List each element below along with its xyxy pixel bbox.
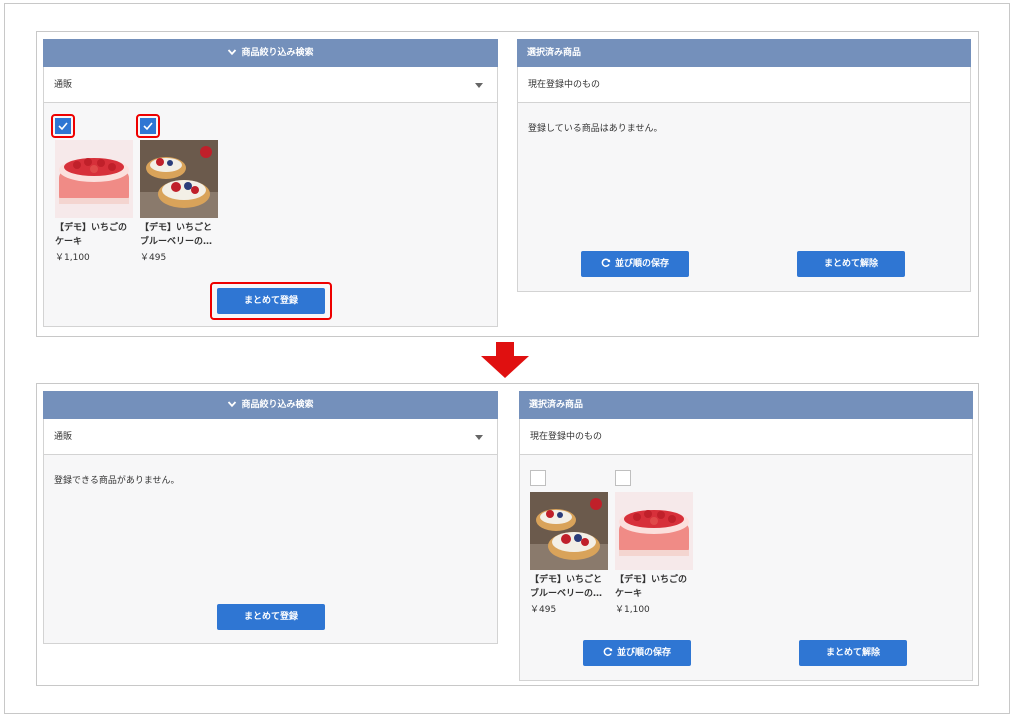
search-panel-title: 商品絞り込み検索 [241, 400, 314, 410]
product-name: 【デモ】いちごの ケーキ [55, 223, 128, 247]
selected-panel: 選択済み商品 現在登録中のもの 登録している商品はありません。 並び順の保存 ま… [517, 39, 971, 292]
product-price: ￥495 [530, 605, 557, 615]
cake-image [55, 140, 133, 218]
save-order-button[interactable]: 並び順の保存 [581, 251, 689, 277]
search-empty-message: 登録できる商品がありません。 [54, 476, 180, 486]
product-price: ￥1,100 [615, 605, 650, 615]
category-select[interactable]: 通販 [44, 67, 497, 103]
tart-image [530, 492, 608, 570]
category-select[interactable]: 通販 [44, 419, 497, 455]
product-price: ￥1,100 [55, 253, 90, 263]
search-panel: 商品絞り込み検索 通販 登録できる商品がありません。 まとめて登録 [43, 391, 498, 644]
selected-subheader: 現在登録中のもの [520, 419, 972, 455]
product-name: 【デモ】いちごと ブルーベリーの… [140, 223, 213, 247]
search-panel-header[interactable]: 商品絞り込み検索 [43, 39, 498, 67]
category-select-value: 通販 [54, 80, 73, 90]
product-name: 【デモ】いちごと ブルーベリーの… [530, 575, 603, 599]
product-price: ￥495 [140, 253, 167, 263]
refresh-icon [601, 257, 611, 267]
tart-image [140, 140, 218, 218]
category-select-value: 通販 [54, 432, 73, 442]
caret-down-icon [475, 83, 483, 88]
release-all-button[interactable]: まとめて解除 [797, 251, 905, 277]
selected-panel-header: 選択済み商品 [519, 391, 973, 419]
chevron-down-icon [228, 48, 237, 55]
checkbox-unchecked[interactable] [530, 470, 546, 486]
search-panel-header[interactable]: 商品絞り込み検索 [43, 391, 498, 419]
search-panel-title: 商品絞り込み検索 [241, 48, 314, 58]
selected-panel-header: 選択済み商品 [517, 39, 971, 67]
arrow-down-icon [481, 342, 529, 378]
selected-empty-message: 登録している商品はありません。 [528, 124, 663, 134]
caret-down-icon [475, 435, 483, 440]
cake-image [615, 492, 693, 570]
chevron-down-icon [228, 400, 237, 407]
search-panel: 商品絞り込み検索 通販 【デモ】いちごの ケーキ ￥1,100 【デモ】いちごとブ… [43, 39, 498, 327]
refresh-icon [603, 646, 613, 656]
save-order-button[interactable]: 並び順の保存 [583, 640, 691, 666]
highlight-register-button [210, 282, 332, 320]
selected-subheader: 現在登録中のもの [518, 67, 970, 103]
register-all-button[interactable]: まとめて登録 [217, 604, 325, 630]
highlight-checkbox-tart [136, 114, 160, 138]
checkbox-unchecked[interactable] [615, 470, 631, 486]
release-all-button[interactable]: まとめて解除 [799, 640, 907, 666]
product-name: 【デモ】いちごの ケーキ [615, 575, 688, 599]
selected-panel: 選択済み商品 現在登録中のもの 【デモ】いちごと ブルーベリーの… ￥495 【デ… [519, 391, 973, 681]
highlight-checkbox-cake [51, 114, 75, 138]
after-screen: 商品絞り込み検索 通販 登録できる商品がありません。 まとめて登録 選択済み商品… [36, 383, 979, 686]
before-screen: 商品絞り込み検索 通販 【デモ】いちごの ケーキ ￥1,100 【デモ】いちごとブ… [36, 31, 979, 337]
